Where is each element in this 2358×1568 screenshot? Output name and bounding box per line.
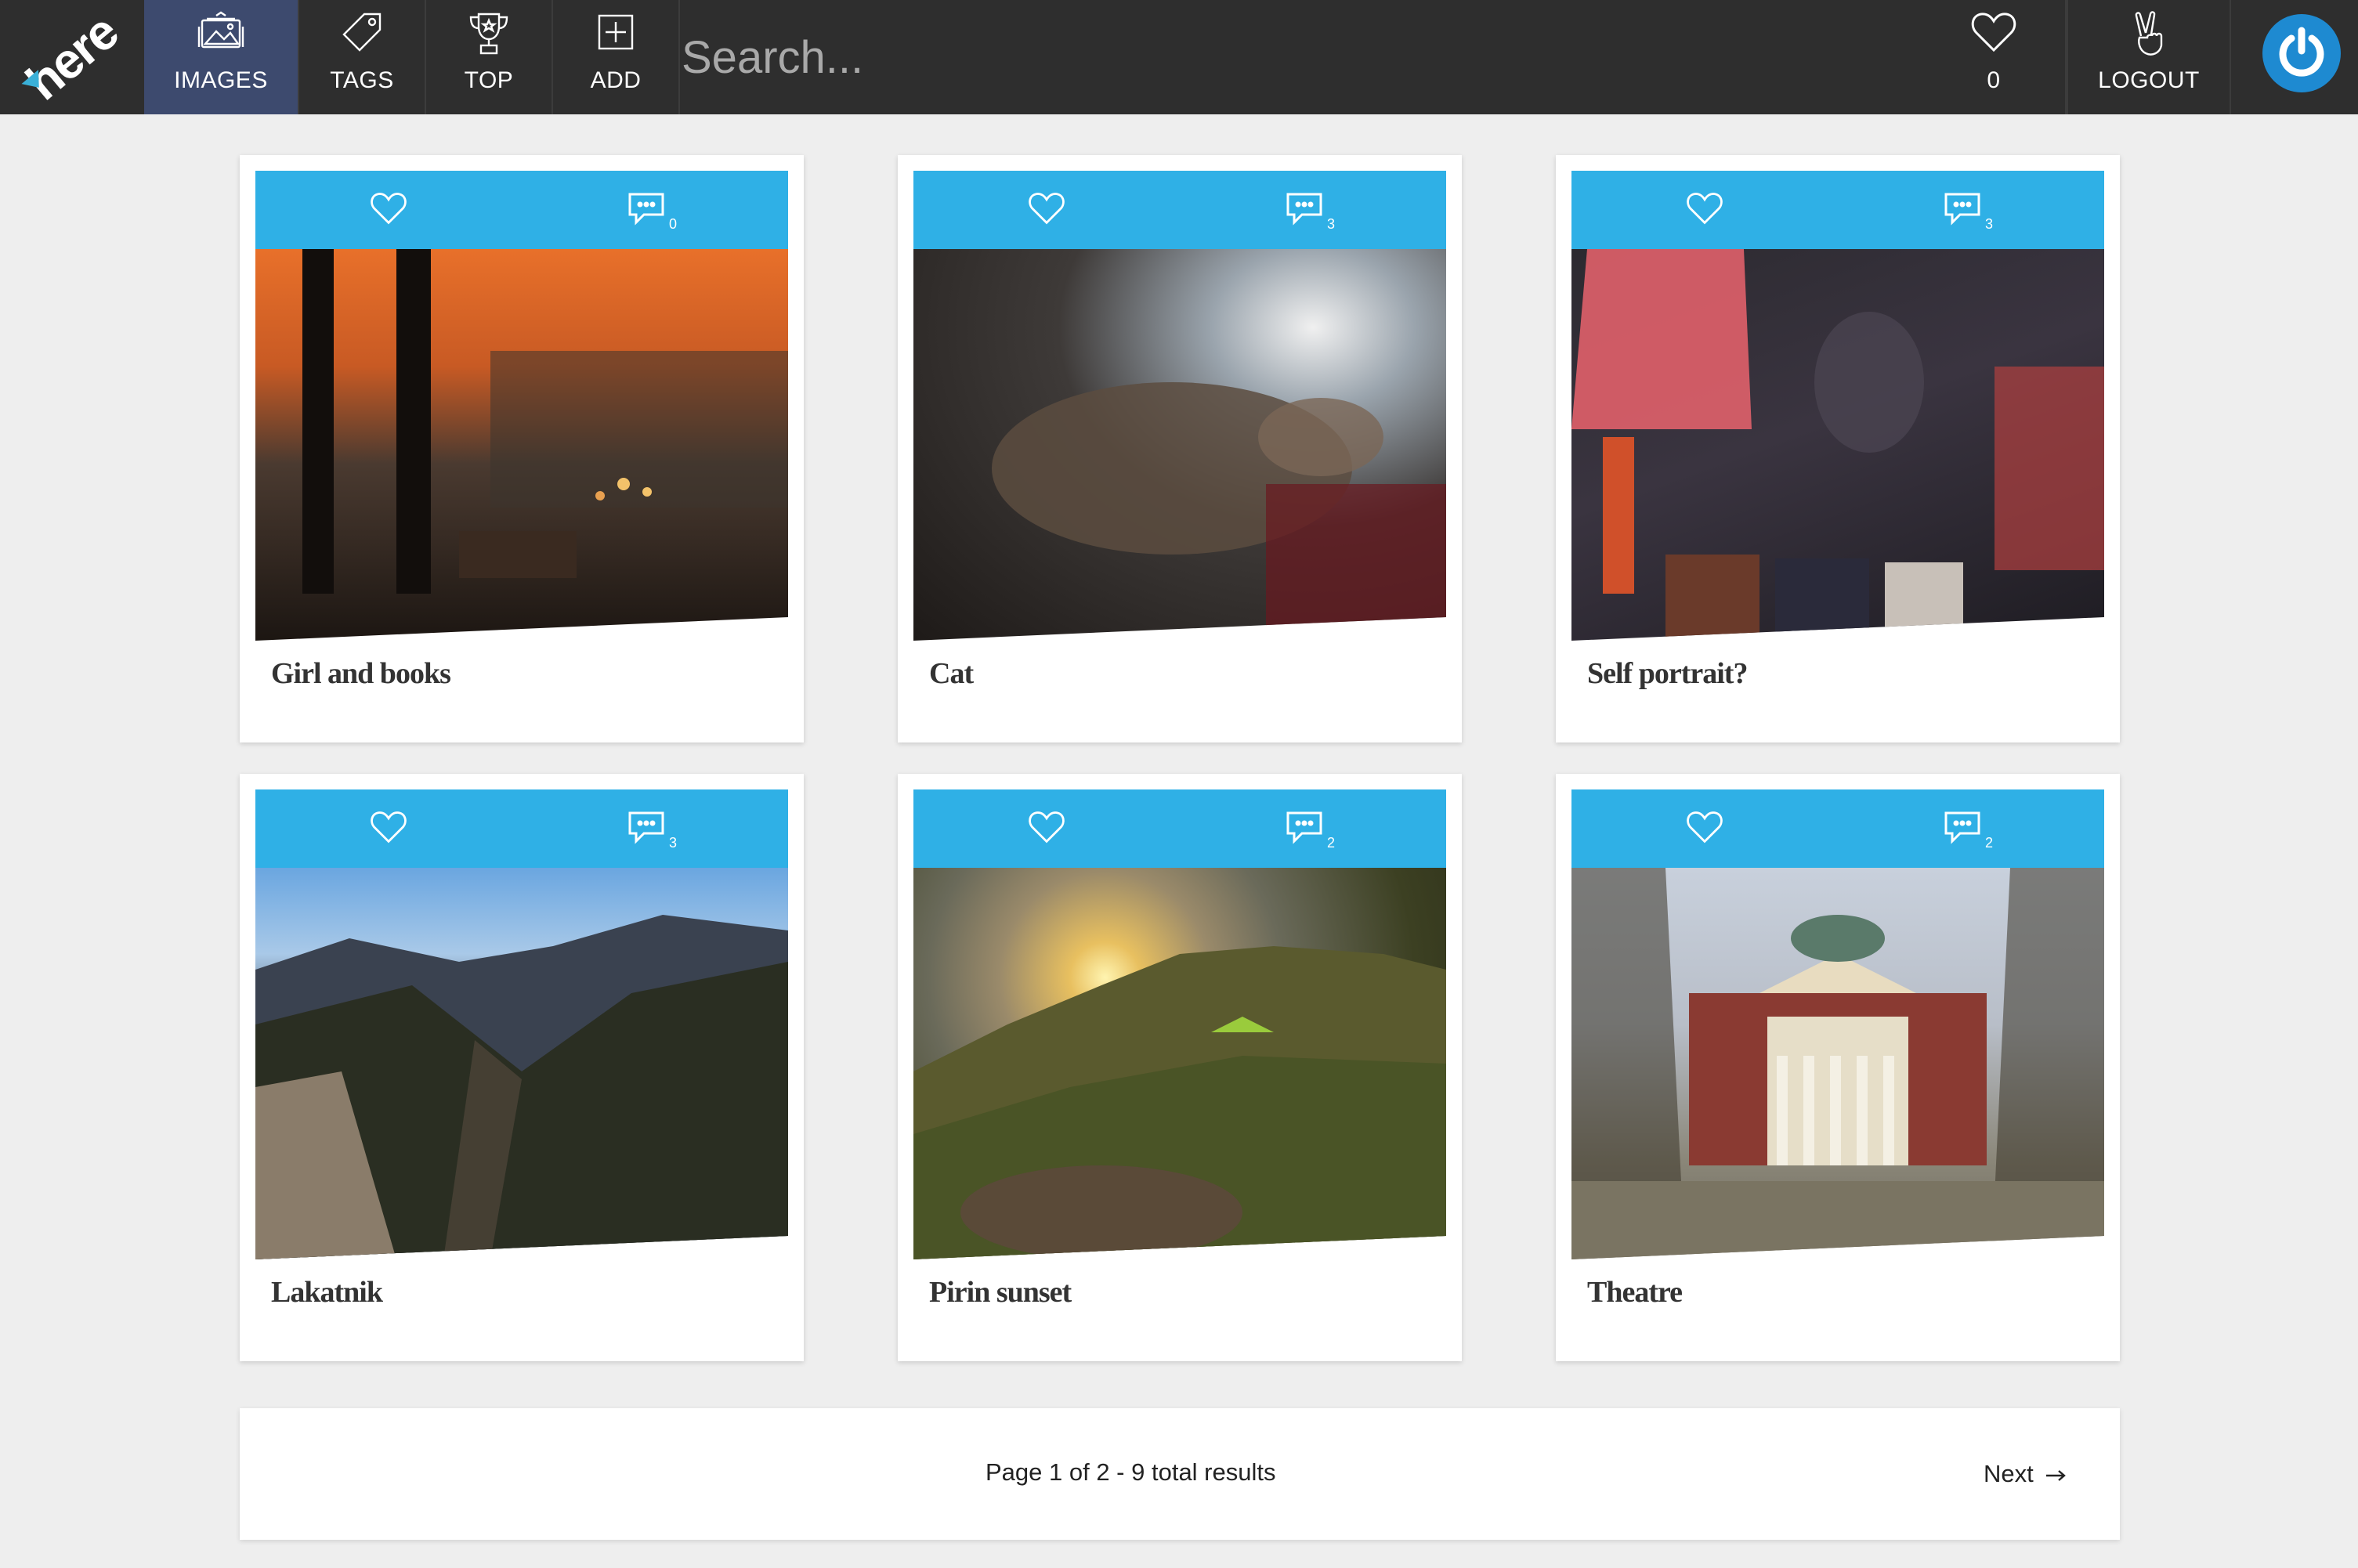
card-photo[interactable] [255,868,788,1259]
comments-button[interactable]: 3 [1943,191,1994,232]
image-card[interactable]: 0 Girl and books [240,155,804,742]
comments-button[interactable]: 3 [1285,191,1336,232]
image-card[interactable]: 2 Pirin sunset [898,774,1462,1361]
tag-icon [341,11,383,57]
add-icon [595,11,637,57]
card-photo[interactable] [255,249,788,641]
comment-count: 0 [669,216,678,232]
card-title[interactable]: Cat [929,656,974,691]
images-icon [196,11,246,54]
card-title[interactable]: Pirin sunset [929,1275,1072,1310]
image-card[interactable]: 3 Cat [898,155,1462,742]
comments-button[interactable]: 3 [627,810,678,851]
comment-count: 3 [669,835,678,851]
card-action-bar: 0 [255,171,788,249]
trophy-icon [468,11,510,60]
card-photo[interactable] [913,249,1446,641]
comment-icon [1285,810,1324,850]
comment-icon [1943,810,1982,850]
logo-text: here [16,3,128,111]
power-button[interactable] [2262,14,2341,92]
like-icon[interactable] [370,191,407,229]
card-title[interactable]: Girl and books [271,656,451,691]
comment-icon [627,810,666,850]
card-action-bar: 2 [1571,789,2104,868]
card-photo[interactable] [1571,868,2104,1259]
power-icon [2274,24,2329,83]
comment-count: 2 [1985,835,1994,851]
image-card[interactable]: 3 Lakatnik [240,774,804,1361]
nav-label: TOP [464,67,514,93]
like-icon[interactable] [1028,191,1065,229]
logout-label: LOGOUT [2098,67,2200,93]
top-nav-bar: here IMAGES TAGS TOP ADD Search... 0 LOG… [0,0,2358,114]
peace-hand-icon [2130,11,2168,62]
heart-icon [1970,11,2017,57]
image-card[interactable]: 3 Self portrait? [1556,155,2120,742]
like-icon[interactable] [1686,810,1723,848]
nav-label: IMAGES [174,67,268,93]
comment-icon [1943,191,1982,231]
comment-count: 2 [1327,835,1336,851]
likes-count: 0 [1987,67,2001,93]
like-icon[interactable] [370,810,407,848]
like-icon[interactable] [1686,191,1723,229]
card-title[interactable]: Theatre [1587,1275,1683,1310]
nav-item-top[interactable]: TOP [426,0,553,114]
comment-icon [627,191,666,231]
nav-label: ADD [590,67,642,93]
card-title[interactable]: Lakatnik [271,1275,383,1310]
pagination-bar: Page 1 of 2 - 9 total results Next [240,1408,2120,1540]
comment-count: 3 [1327,216,1336,232]
nav-label: TAGS [330,67,394,93]
next-label: Next [1984,1460,2034,1487]
card-photo[interactable] [1571,249,2104,641]
logout-button[interactable]: LOGOUT [2067,0,2231,114]
card-title[interactable]: Self portrait? [1587,656,1748,691]
card-action-bar: 3 [255,789,788,868]
image-card[interactable]: 2 Theatre [1556,774,2120,1361]
nav-item-add[interactable]: ADD [553,0,680,114]
comments-button[interactable]: 2 [1285,810,1336,851]
nav-item-tags[interactable]: TAGS [299,0,426,114]
nav-item-images[interactable]: IMAGES [144,0,299,114]
like-icon[interactable] [1028,810,1065,848]
card-action-bar: 3 [1571,171,2104,249]
next-page-button[interactable]: Next [1984,1460,2067,1488]
pagination-summary: Page 1 of 2 - 9 total results [986,1458,1276,1486]
comments-button[interactable]: 2 [1943,810,1994,851]
comment-icon [1285,191,1324,231]
search-input[interactable] [682,0,1935,114]
likes-counter[interactable]: 0 [1922,0,2067,114]
card-action-bar: 2 [913,789,1446,868]
comments-button[interactable]: 0 [627,191,678,232]
app-logo[interactable]: here [0,0,144,114]
card-photo[interactable] [913,868,1446,1259]
comment-count: 3 [1985,216,1994,232]
arrow-right-icon [2034,1460,2067,1488]
card-action-bar: 3 [913,171,1446,249]
